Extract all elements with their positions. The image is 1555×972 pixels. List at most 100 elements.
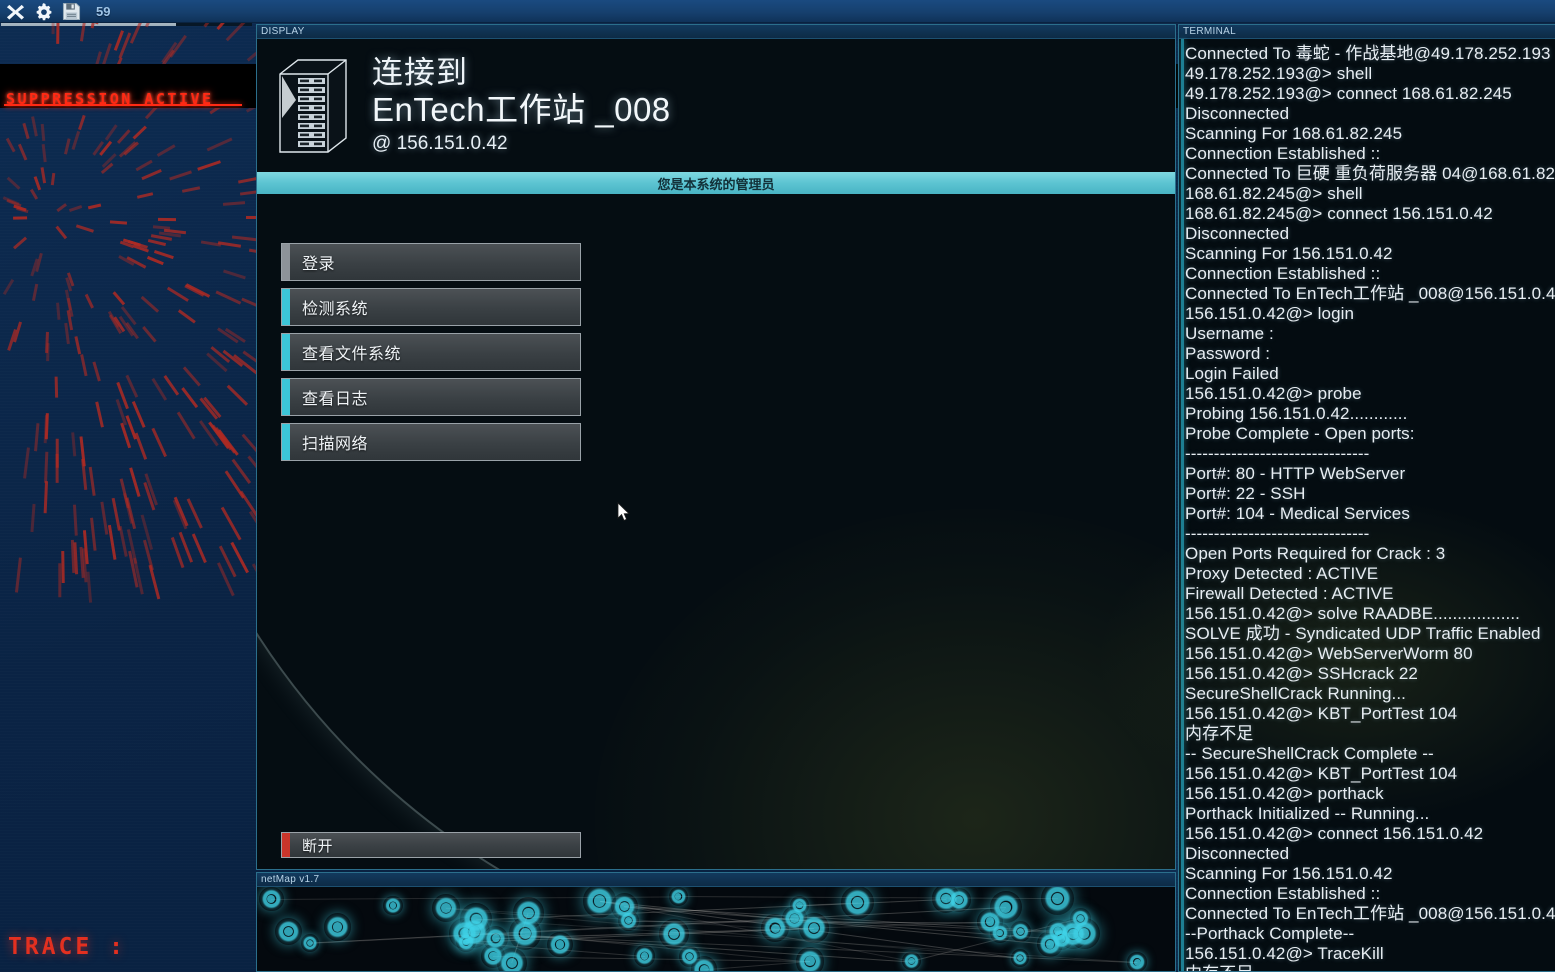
disconnect-accent-bar — [282, 833, 290, 857]
suppression-dash — [176, 411, 196, 439]
suppression-dash — [88, 204, 101, 210]
display-menu-item[interactable]: 查看文件系统 — [281, 333, 581, 371]
suppression-dash — [80, 15, 87, 42]
terminal-line: Disconnected — [1185, 844, 1290, 863]
netmap-node-core — [1133, 958, 1141, 966]
terminal-line: 168.61.82.245@> shell — [1185, 184, 1363, 203]
terminal-line: Scanning For 156.151.0.42 — [1185, 244, 1393, 263]
terminal-line: -------------------------------- — [1185, 524, 1370, 543]
suppression-dash — [222, 201, 246, 206]
suppression-dash — [118, 526, 128, 558]
suppression-banner: SUPPRESSION ACTIVE — [0, 64, 1555, 108]
suppression-dash — [89, 466, 97, 496]
menu-accent-bar — [282, 244, 290, 280]
terminal-line: 内存不足 — [1185, 964, 1555, 971]
top-toolbar: 59 — [0, 0, 1555, 23]
suppression-dash — [33, 176, 41, 191]
display-menu-item[interactable]: 查看日志 — [281, 378, 581, 416]
netmap-panel-title: netMap v1.7 — [257, 873, 1175, 887]
terminal-line: 内存不足 — [1185, 724, 1254, 743]
admin-status-banner: 您是本系统的管理员 — [257, 172, 1175, 194]
suppression-dash — [6, 176, 20, 190]
suppression-dash — [90, 517, 97, 551]
suppression-dash — [92, 361, 101, 382]
suppression-dash — [153, 224, 170, 229]
suppression-dash — [46, 343, 50, 362]
display-body: 连接到 EnTech工作站 _008 @ 156.151.0.42 您是本系统的… — [257, 39, 1175, 869]
terminal-line: Probing 156.151.0.42............ — [1185, 404, 1408, 423]
terminal-line: 156.151.0.42@> porthack — [1185, 784, 1384, 803]
netmap-edge — [704, 961, 810, 971]
suppression-dash — [31, 504, 36, 533]
suppression-dash — [75, 335, 82, 354]
save-icon[interactable] — [62, 2, 81, 21]
suppression-dash — [55, 225, 68, 239]
suppression-dash — [108, 525, 117, 561]
terminal-line: Connected To 毒蛇 - 作战基地@49.178.252.193 — [1185, 44, 1551, 63]
netmap-node-core — [674, 893, 682, 900]
netmap-panel: netMap v1.7 — [256, 872, 1176, 972]
suppression-dash — [169, 170, 192, 180]
display-menu-item[interactable]: 扫描网络 — [281, 423, 581, 461]
suppression-dash — [44, 451, 49, 483]
display-menu-item[interactable]: 检测系统 — [281, 288, 581, 326]
netmap-node-core — [489, 952, 498, 961]
netmap-node-core — [468, 926, 480, 938]
terminal-line: 168.61.82.245@> connect 156.151.0.42 — [1185, 204, 1493, 223]
terminal-output[interactable]: Connected To 毒蛇 - 作战基地@49.178.252.193 49.… — [1179, 39, 1555, 971]
terminal-line: Username : — [1185, 324, 1274, 343]
suppression-dash — [40, 123, 45, 142]
netmap-node-core — [954, 895, 963, 904]
terminal-line: Probe Complete - Open ports: — [1185, 424, 1415, 443]
menu-accent-bar — [282, 289, 290, 325]
terminal-line: 49.178.252.193@> shell — [1185, 64, 1373, 83]
terminal-line: 156.151.0.42@> SSHcrack 22 — [1185, 664, 1418, 683]
suppression-dash — [232, 235, 259, 241]
menu-item-label: 查看日志 — [302, 391, 369, 408]
suppression-dash — [104, 124, 117, 141]
terminal-line: Connected To 巨硬 重负荷服务器 04@168.61.82.245 — [1185, 164, 1555, 183]
netmap-node-core — [507, 957, 518, 968]
suppression-dash — [132, 125, 147, 140]
suppression-dash — [246, 39, 273, 61]
close-icon[interactable] — [6, 2, 25, 21]
suppression-dash — [50, 173, 55, 186]
terminal-line: SecureShellCrack Running... — [1185, 684, 1406, 703]
trace-status-label: TRACE : — [8, 934, 126, 960]
gear-icon[interactable] — [34, 2, 53, 21]
display-machine-ip: @ 156.151.0.42 — [372, 133, 508, 155]
suppression-dash — [56, 17, 60, 45]
suppression-dash — [245, 215, 273, 219]
suppression-underline — [4, 104, 242, 106]
suppression-dash — [223, 269, 247, 279]
display-panel: DISPLAY 连接到 EnTech工作站 _008 @ 156.151.0.4… — [256, 24, 1176, 870]
terminal-line: 156.151.0.42@> probe — [1185, 384, 1362, 403]
app-root: 59 RAM USED RAM: 600mb / 761mb 1 app.Tra… — [0, 0, 1555, 972]
suppression-dash — [56, 202, 68, 212]
server-rack-icon — [279, 58, 347, 153]
suppression-dash — [217, 241, 241, 248]
disconnect-button[interactable]: 断开 — [281, 832, 581, 858]
suppression-dash — [65, 289, 72, 311]
suppression-dash — [102, 42, 112, 66]
suppression-dash — [215, 291, 241, 305]
netmap-canvas[interactable] — [257, 887, 1175, 971]
suppression-dash — [132, 400, 146, 428]
terminal-panel-title: TERMINAL — [1179, 25, 1555, 39]
suppression-dash — [221, 506, 242, 540]
suppression-dash — [163, 375, 180, 396]
suppression-dash — [129, 467, 141, 498]
display-menu-list: 登录检测系统查看文件系统查看日志扫描网络 — [281, 243, 581, 461]
disconnect-button-label: 断开 — [302, 837, 334, 855]
display-menu-item[interactable]: 登录 — [281, 243, 581, 281]
suppression-dash — [232, 458, 252, 484]
suppression-dash — [100, 501, 109, 535]
terminal-line: Password : — [1185, 344, 1271, 363]
suppression-dash — [118, 140, 136, 157]
menu-accent-bar — [282, 424, 290, 460]
toolbar-counter: 59 — [96, 3, 111, 19]
terminal-panel: TERMINAL Connected To 毒蛇 - 作战基地@49.178.2… — [1095, 24, 1555, 972]
suppression-dash — [181, 386, 199, 407]
suppression-dash — [30, 188, 38, 200]
netmap-node-core — [1068, 929, 1079, 940]
